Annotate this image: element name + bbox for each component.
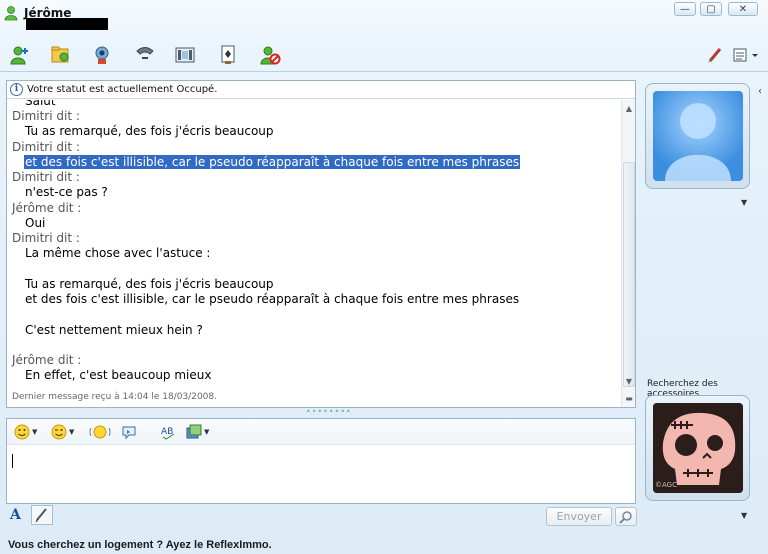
message-text: C'est nettement mieux hein ?	[25, 323, 203, 337]
wink-icon[interactable]: ▼	[51, 423, 74, 441]
my-picture-dropdown-icon[interactable]: ▼	[741, 511, 747, 520]
block-contact-icon[interactable]	[258, 44, 282, 66]
scrollbar-thumb[interactable]	[623, 162, 635, 387]
message-text: et des fois c'est illisible, car le pseu…	[25, 292, 520, 306]
emoticon-icon[interactable]: ▼	[14, 423, 37, 441]
message-text: La même chose avec l'astuce :	[25, 246, 211, 260]
skull-avatar-icon: ©AGC	[653, 403, 743, 493]
contact-display-picture[interactable]	[645, 83, 750, 189]
share-files-icon[interactable]	[49, 44, 73, 66]
background-icon[interactable]: ▼	[186, 423, 209, 441]
message-text: Salut	[25, 100, 56, 108]
redacted-personal-message	[26, 18, 108, 30]
selected-text: et des fois c'est illisible, car le pseu…	[24, 155, 521, 169]
send-button[interactable]: Envoyer	[546, 507, 612, 526]
vertical-scrollbar[interactable]: ▲ ▼ ▬	[621, 100, 635, 407]
info-icon: i	[10, 83, 23, 96]
text-cursor	[12, 454, 13, 468]
message-text: Tu as remarqué, des fois j'écris beaucou…	[25, 124, 274, 138]
status-notification: i Votre statut est actuellement Occupé.	[7, 81, 635, 99]
scroll-up-arrow-icon[interactable]: ▲	[623, 103, 635, 115]
voice-clip-icon[interactable]	[121, 423, 137, 441]
advertisement-link[interactable]: Vous cherchez un logement ? Ayez le Refl…	[8, 539, 272, 551]
messenger-buddy-icon	[4, 5, 20, 21]
avatar-watermark: ©AGC	[655, 481, 677, 489]
activities-icon[interactable]	[173, 44, 197, 66]
minimize-button[interactable]: —	[674, 2, 696, 16]
collapse-sidebar-icon[interactable]: ‹	[758, 86, 768, 106]
my-display-picture[interactable]: ©AGC	[645, 395, 750, 501]
conversation-toolbar	[0, 36, 768, 72]
message-sender: Jérôme dit :	[12, 353, 82, 367]
compose-toolbar: ▼ ▼ AB ▼	[7, 419, 635, 445]
default-user-avatar-icon	[653, 91, 743, 181]
message-text: Tu as remarqué, des fois j'écris beaucou…	[25, 277, 274, 291]
message-sender: Dimitri dit :	[12, 140, 80, 154]
search-icon[interactable]	[615, 507, 637, 526]
font-format-button[interactable]: A	[10, 507, 26, 523]
contact-picture-dropdown-icon[interactable]: ▼	[741, 198, 747, 207]
maximize-button[interactable]: ▢	[700, 2, 722, 16]
message-text: Oui	[25, 216, 46, 230]
message-input[interactable]	[7, 446, 635, 503]
message-text-selected: et des fois c'est illisible, car le pseu…	[24, 155, 521, 169]
video-call-icon[interactable]	[90, 44, 114, 66]
close-button[interactable]: ✕	[728, 2, 758, 16]
handwriting-tab-button[interactable]	[31, 505, 53, 525]
phone-call-icon[interactable]	[133, 44, 157, 66]
message-compose-panel: ▼ ▼ AB ▼	[6, 418, 636, 504]
panel-splitter-handle[interactable]: ••••••••	[306, 408, 351, 416]
display-menu-icon[interactable]	[730, 44, 760, 66]
nudge-icon[interactable]	[88, 423, 112, 441]
scroll-down-arrow-icon[interactable]: ▼	[623, 376, 635, 388]
message-sender: Dimitri dit :	[12, 231, 80, 245]
games-icon[interactable]	[216, 44, 240, 66]
conversation-history-panel[interactable]: i Votre statut est actuellement Occupé. …	[6, 80, 636, 408]
spell-check-icon[interactable]: AB	[160, 423, 178, 441]
title-bar: Jérôme — ▢ ✕	[0, 0, 768, 36]
last-message-timestamp: Dernier message reçu à 14:04 le 18/03/20…	[12, 392, 217, 402]
message-sender: Dimitri dit :	[12, 109, 80, 123]
message-text: En effet, c'est beaucoup mieux	[25, 368, 212, 382]
paint-brush-icon[interactable]	[704, 44, 728, 66]
message-sender: Jérôme dit :	[12, 201, 82, 215]
message-sender: Dimitri dit :	[12, 170, 80, 184]
invite-contact-icon[interactable]	[8, 44, 32, 66]
scroll-end-icon[interactable]: ▬	[623, 393, 635, 405]
message-text: n'est-ce pas ?	[25, 185, 108, 199]
message-list[interactable]: Salut Dimitri dit : Tu as remarqué, des …	[7, 100, 619, 390]
status-message: Votre statut est actuellement Occupé.	[27, 84, 218, 95]
